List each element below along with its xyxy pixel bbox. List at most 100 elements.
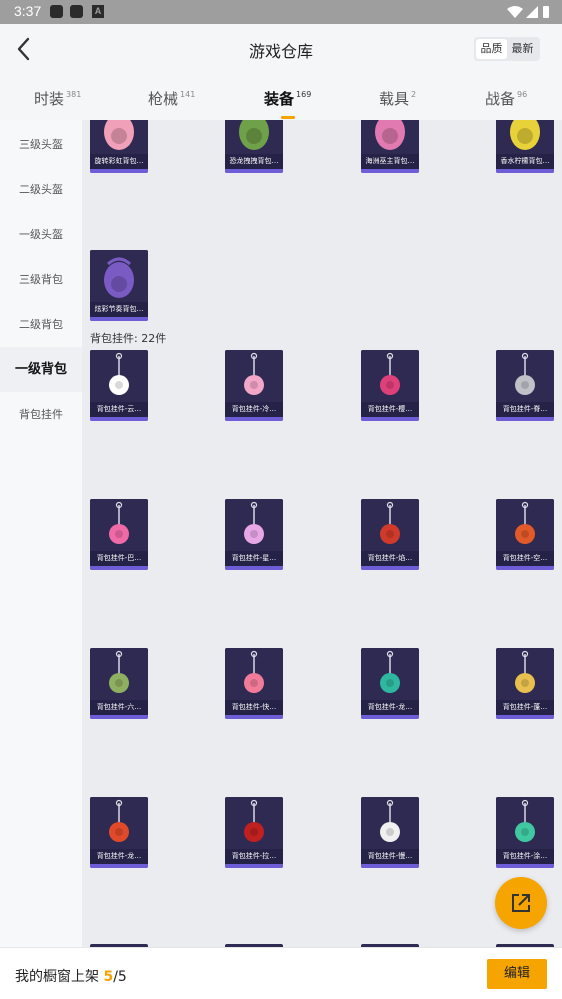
backpack-image [496, 120, 554, 158]
edit-button[interactable]: 编辑 [487, 959, 547, 989]
tab-count: 96 [517, 90, 528, 99]
item-name: 背包挂件-焰… [361, 551, 419, 566]
backpack-card[interactable]: 旋转彩虹背包… [90, 120, 148, 173]
charm-card[interactable]: 背包挂件-龙… [90, 797, 148, 868]
sort-latest-button[interactable]: 最新 [507, 39, 538, 59]
item-name: 背包挂件-云… [90, 402, 148, 417]
backpack-card[interactable]: 炫彩节奏背包… [90, 250, 148, 321]
tab-vehicles[interactable]: 载具 2 [379, 88, 416, 109]
quality-bar [496, 566, 554, 570]
charm-card[interactable]: 背包挂件-六… [90, 648, 148, 719]
backpack-image [90, 120, 148, 158]
tab-count: 381 [66, 90, 82, 99]
charm-image [90, 648, 148, 704]
showcase-total: /5 [113, 969, 127, 985]
charm-image [496, 648, 554, 704]
charm-card[interactable]: 背包挂件-焰… [361, 499, 419, 570]
showcase-count: 5 [103, 969, 114, 985]
quality-bar [90, 715, 148, 719]
item-name: 海洲巫主背包… [361, 154, 419, 169]
notification-a-icon: A [92, 5, 104, 18]
charm-image [496, 797, 554, 853]
tab-equipment[interactable]: 装备 169 [264, 88, 311, 119]
quality-bar [496, 715, 554, 719]
charm-card[interactable]: 背包挂件-空… [496, 499, 554, 570]
item-name: 背包挂件-涂… [496, 849, 554, 864]
system-icons [506, 4, 550, 24]
charm-card[interactable]: 背包挂件-蓬… [496, 648, 554, 719]
quality-bar [90, 169, 148, 173]
charm-image [225, 499, 283, 555]
sort-quality-button[interactable]: 品质 [476, 39, 507, 59]
sidebar-item-backpack-2[interactable]: 二级背包 [0, 302, 82, 347]
quality-bar [496, 417, 554, 421]
sidebar-item-helmet-3[interactable]: 三级头盔 [0, 122, 82, 167]
charm-image [361, 350, 419, 406]
quality-bar [90, 417, 148, 421]
sidebar-item-backpack-3[interactable]: 三级背包 [0, 257, 82, 302]
sort-toggle: 品质 最新 [474, 37, 540, 61]
backpack-image [361, 120, 419, 158]
quality-bar [225, 417, 283, 421]
quality-bar [225, 715, 283, 719]
item-name: 背包挂件-脊… [496, 402, 554, 417]
tab-active-indicator [281, 116, 295, 119]
backpack-card[interactable]: 香水柠檬背包… [496, 120, 554, 173]
quality-bar [361, 566, 419, 570]
share-fab-button[interactable] [495, 877, 547, 929]
charm-image [90, 350, 148, 406]
tab-guns[interactable]: 枪械 141 [148, 88, 195, 109]
category-tabs: 时装 381 枪械 141 装备 169 载具 2 战备 96 [0, 74, 562, 120]
item-name: 背包挂件-蓬… [496, 700, 554, 715]
sidebar-item-helmet-1[interactable]: 一级头盔 [0, 212, 82, 257]
quality-bar [496, 864, 554, 868]
item-name: 恐龙拽拽背包… [225, 154, 283, 169]
showcase-status: 我的橱窗上架 5/5 [15, 966, 127, 986]
backpack-card[interactable]: 海洲巫主背包… [361, 120, 419, 173]
charm-image [361, 499, 419, 555]
showcase-label: 我的橱窗上架 [15, 969, 104, 985]
status-bar: 3:37 A [0, 0, 562, 24]
status-time: 3:37 [14, 3, 42, 19]
sidebar-item-backpack-1[interactable]: 一级背包 [0, 347, 82, 392]
tab-count: 141 [180, 90, 196, 99]
sidebar-item-backpack-charm[interactable]: 背包挂件 [0, 392, 82, 437]
item-name: 旋转彩虹背包… [90, 154, 148, 169]
charm-image [225, 797, 283, 853]
charm-image [225, 350, 283, 406]
charm-card[interactable]: 背包挂件-龙… [361, 648, 419, 719]
charm-card[interactable]: 背包挂件-涂… [496, 797, 554, 868]
charm-card[interactable]: 背包挂件-樱… [361, 350, 419, 421]
charm-image [90, 499, 148, 555]
item-name: 背包挂件-巴… [90, 551, 148, 566]
tab-label: 装备 [264, 90, 295, 108]
signal-icon [526, 6, 538, 18]
charm-card[interactable]: 背包挂件-星… [225, 499, 283, 570]
backpack-card[interactable]: 恐龙拽拽背包… [225, 120, 283, 173]
item-name: 背包挂件-慢… [361, 849, 419, 864]
notification-app-icon [50, 5, 63, 18]
wifi-icon [507, 6, 523, 18]
charm-image [361, 797, 419, 853]
section-label: 背包挂件: 22件 [90, 332, 167, 345]
charm-card[interactable]: 背包挂件-巴… [90, 499, 148, 570]
sidebar-item-helmet-2[interactable]: 二级头盔 [0, 167, 82, 212]
item-name: 背包挂件-樱… [361, 402, 419, 417]
tab-battle-gear[interactable]: 战备 96 [485, 88, 527, 109]
charm-image [496, 499, 554, 555]
charm-image [225, 648, 283, 704]
charm-card[interactable]: 背包挂件-慢… [361, 797, 419, 868]
backpack-image [225, 120, 283, 158]
notification-app-icon [70, 5, 83, 18]
item-name: 炫彩节奏背包… [90, 302, 148, 317]
tab-fashion[interactable]: 时装 381 [34, 88, 81, 109]
tab-label: 枪械 [148, 90, 179, 108]
charm-card[interactable]: 背包挂件-拉… [225, 797, 283, 868]
charm-card[interactable]: 背包挂件-云… [90, 350, 148, 421]
charm-card[interactable]: 背包挂件-脊… [496, 350, 554, 421]
quality-bar [361, 715, 419, 719]
charm-card[interactable]: 背包挂件-快… [225, 648, 283, 719]
sidebar: 三级头盔 二级头盔 一级头盔 三级背包 二级背包 一级背包 背包挂件 [0, 120, 82, 947]
quality-bar [361, 864, 419, 868]
charm-card[interactable]: 背包挂件-冷… [225, 350, 283, 421]
